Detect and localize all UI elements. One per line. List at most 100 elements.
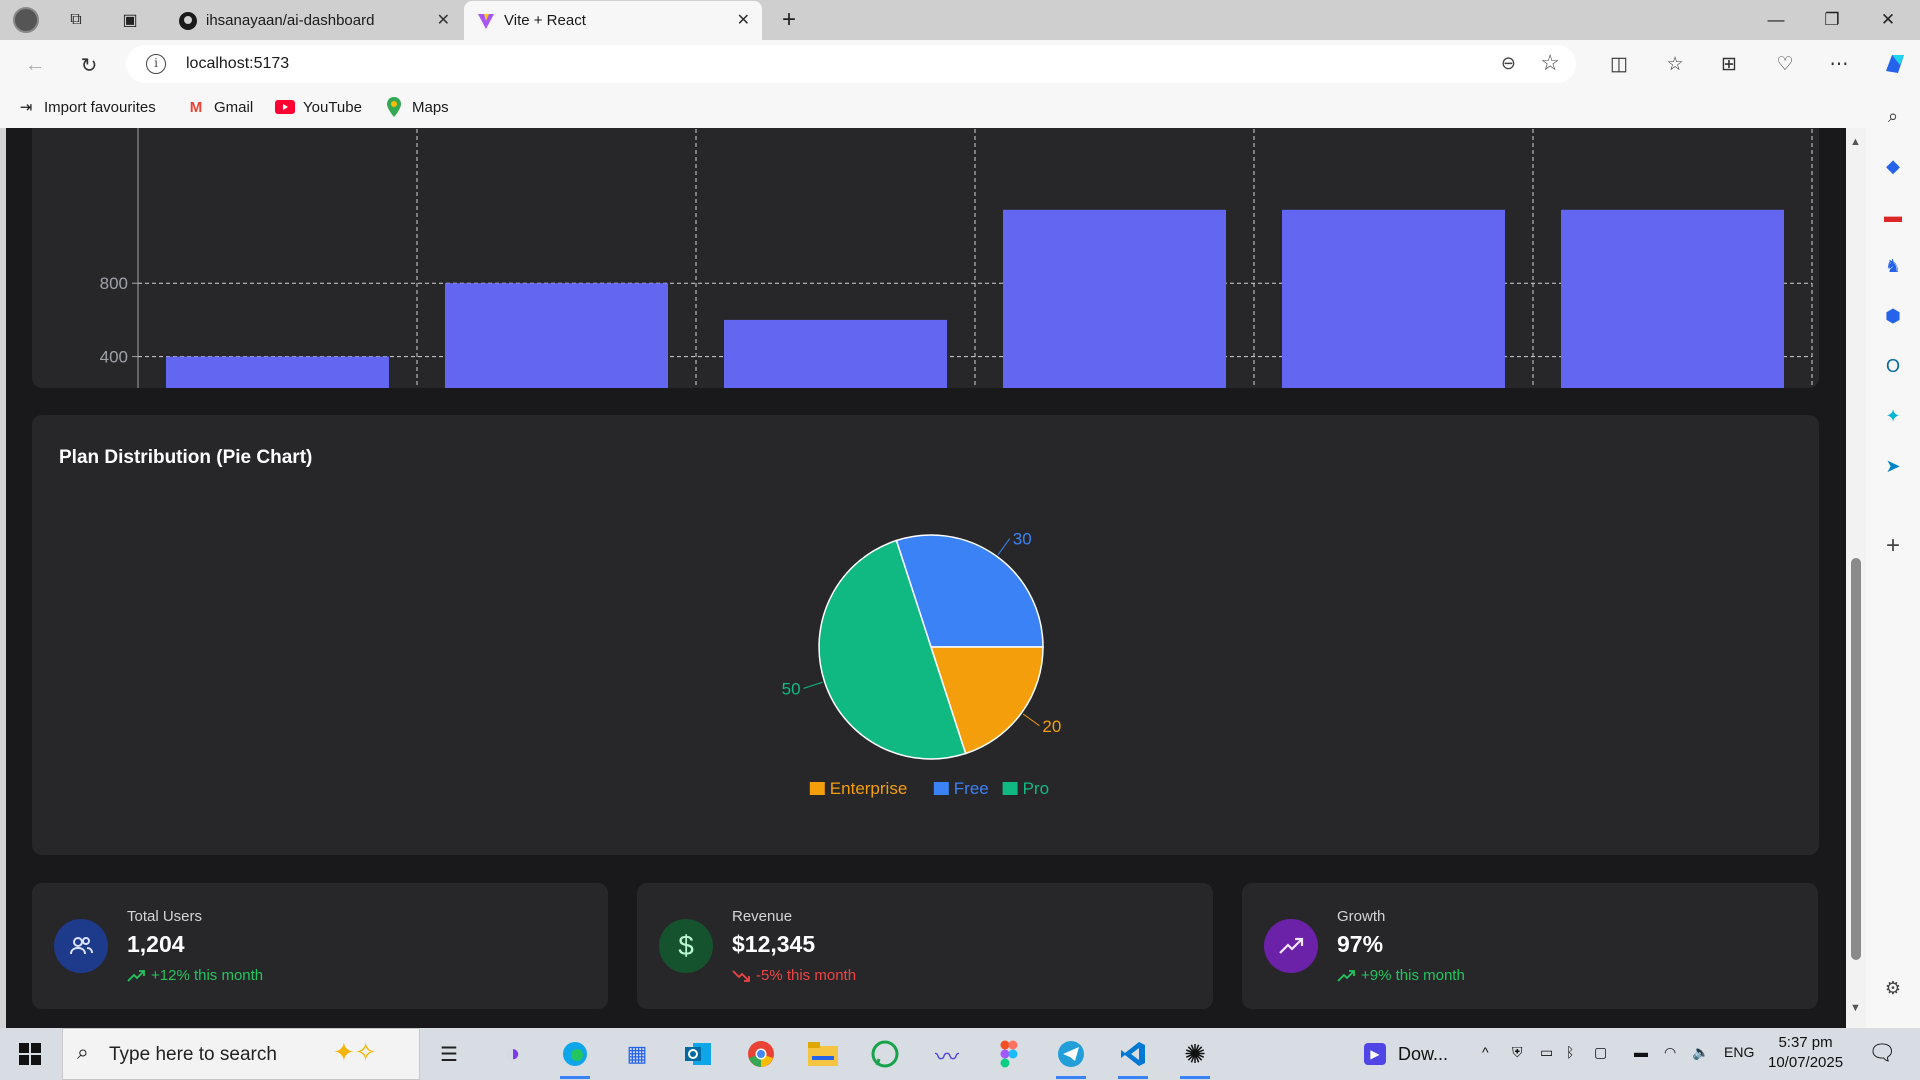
zoom-icon[interactable]: ⊖: [1501, 53, 1516, 74]
battery-icon[interactable]: ▬: [1634, 1044, 1648, 1060]
stat-change-text: +9% this month: [1361, 967, 1465, 984]
notifications-icon[interactable]: 🗨: [1868, 1040, 1896, 1066]
windows-taskbar: ⌕ Type here to search ✦✧ ☰ ◑ ▦ 〰 ✺ ▶ Dow…: [0, 1028, 1920, 1080]
trend-up-icon: [127, 969, 145, 982]
bar-chart: 0400800JanFebMarAprMayJun: [100, 128, 1813, 455]
more-options-icon[interactable]: ⋯: [1824, 49, 1854, 79]
page-scrollbar[interactable]: ▲ ▼: [1846, 128, 1866, 1028]
tab-vite-react[interactable]: Vite + React ✕: [464, 1, 762, 40]
tab-github[interactable]: ihsanayaan/ai-dashboard ✕: [166, 1, 462, 40]
scroll-thumb[interactable]: [1851, 558, 1861, 960]
pie-value-label: 50: [782, 679, 801, 698]
url-text[interactable]: localhost:5173: [186, 55, 289, 73]
language-indicator[interactable]: ENG: [1724, 1044, 1754, 1060]
search-icon[interactable]: ⌕: [1879, 102, 1907, 130]
download-task[interactable]: ▶ Dow...: [1364, 1036, 1494, 1072]
edge-taskbar-icon[interactable]: [556, 1036, 594, 1079]
display-icon[interactable]: ▭: [1540, 1044, 1553, 1061]
gmail-icon: M: [189, 98, 203, 116]
profile-avatar-icon[interactable]: [12, 6, 40, 34]
fav-gmail[interactable]: M Gmail: [186, 97, 253, 117]
vscode-icon[interactable]: [1114, 1036, 1152, 1079]
copilot-app-icon[interactable]: ◑: [494, 1036, 532, 1072]
new-tab-icon[interactable]: +: [775, 6, 803, 34]
legend-swatch: [933, 782, 949, 795]
microsoft365-icon[interactable]: ⬢: [1879, 302, 1907, 330]
deepseek-icon[interactable]: 〰: [928, 1036, 966, 1072]
split-screen-icon[interactable]: ◫: [1604, 49, 1634, 79]
legend-swatch: [1002, 782, 1018, 795]
import-icon: ⇥: [19, 99, 33, 116]
scroll-down-icon[interactable]: ▼: [1850, 1002, 1861, 1014]
video-icon: ▶: [1364, 1043, 1386, 1065]
outlook-taskbar-icon[interactable]: [680, 1036, 718, 1072]
taskbar-search-box[interactable]: ⌕ Type here to search ✦✧: [62, 1028, 420, 1080]
designer-icon[interactable]: ✦: [1879, 402, 1907, 430]
chatgpt-icon[interactable]: ✺: [1176, 1036, 1214, 1079]
wifi-icon[interactable]: ◠: [1664, 1044, 1676, 1061]
pie-chart: 30 20 50 Enterprise Free Pro: [782, 530, 1062, 798]
task-view-icon[interactable]: ☰: [430, 1036, 468, 1072]
clock-date: 10/07/2025: [1768, 1054, 1844, 1071]
bar-grid: [137, 128, 1813, 430]
legend-label-pro: Pro: [1023, 779, 1049, 798]
scroll-up-icon[interactable]: ▲: [1850, 136, 1861, 148]
dollar-icon: $: [659, 919, 713, 973]
chrome-icon[interactable]: [742, 1036, 780, 1072]
games-icon[interactable]: ♞: [1879, 252, 1907, 280]
taskbar-clock[interactable]: 5:37 pm 10/07/2025: [1768, 1033, 1843, 1073]
close-tab-icon[interactable]: ✕: [437, 10, 450, 30]
tab-title: ihsanayaan/ai-dashboard: [206, 12, 375, 29]
fav-label: Import favourites: [44, 98, 156, 116]
workspaces-icon[interactable]: ⧉: [62, 6, 90, 34]
bluetooth-icon[interactable]: ᛒ: [1566, 1044, 1574, 1060]
copilot-icon[interactable]: [1880, 49, 1910, 79]
whatsapp-icon[interactable]: [866, 1036, 904, 1072]
browser-tab-bar: ⧉ ▣ ihsanayaan/ai-dashboard ✕ Vite + Rea…: [0, 0, 1920, 40]
maximize-icon[interactable]: ❐: [1804, 0, 1860, 40]
bar-mar: [724, 319, 947, 430]
legend-label-enterprise: Enterprise: [830, 779, 907, 798]
tools-icon[interactable]: ▬: [1879, 202, 1907, 230]
bar-may: [1282, 209, 1505, 430]
shopping-tag-icon[interactable]: ◆: [1879, 152, 1907, 180]
figma-icon[interactable]: [990, 1036, 1028, 1072]
outlook-icon[interactable]: O: [1879, 352, 1907, 380]
close-window-icon[interactable]: ✕: [1860, 0, 1916, 40]
file-explorer-icon[interactable]: [804, 1036, 842, 1072]
stat-change: -5% this month: [732, 967, 856, 984]
add-sidebar-icon[interactable]: +: [1879, 532, 1907, 560]
download-label: Dow...: [1398, 1043, 1449, 1064]
stat-value: 97%: [1337, 931, 1384, 957]
store-icon[interactable]: ▦: [618, 1036, 656, 1072]
show-hidden-icons[interactable]: ^: [1482, 1044, 1489, 1060]
refresh-icon[interactable]: ↻: [74, 50, 104, 80]
bar-jun: [1561, 209, 1784, 430]
users-icon: [54, 919, 108, 973]
meet-icon[interactable]: ▢: [1594, 1044, 1607, 1061]
favourites-icon[interactable]: ☆: [1660, 49, 1690, 79]
pie-value-label: 30: [1013, 530, 1032, 549]
bar-feb: [445, 283, 668, 430]
close-tab-icon[interactable]: ✕: [737, 10, 750, 30]
fav-maps[interactable]: Maps: [384, 97, 449, 117]
favourite-star-icon[interactable]: ☆: [1540, 50, 1560, 76]
fav-youtube[interactable]: YouTube: [275, 97, 362, 117]
telegram-icon[interactable]: [1052, 1036, 1090, 1079]
tab-actions-icon[interactable]: ▣: [116, 6, 144, 34]
volume-icon[interactable]: 🔈: [1692, 1044, 1709, 1061]
sidebar-settings-icon[interactable]: ⚙: [1879, 974, 1907, 1002]
minimize-icon[interactable]: —: [1748, 0, 1804, 40]
url-bar[interactable]: i localhost:5173 ⊖ ☆: [126, 45, 1576, 83]
fav-import[interactable]: ⇥ Import favourites: [16, 97, 156, 117]
browser-essentials-icon[interactable]: ♡: [1770, 49, 1800, 79]
send-icon[interactable]: ➤: [1879, 452, 1907, 480]
security-icon[interactable]: ⛨: [1512, 1044, 1523, 1061]
back-icon[interactable]: ←: [20, 50, 50, 80]
stat-change-text: +12% this month: [151, 967, 264, 984]
stat-card-growth: Growth 97% +9% this month: [1242, 883, 1818, 1009]
stat-label: Revenue: [732, 908, 793, 925]
site-info-icon[interactable]: i: [146, 54, 166, 74]
collections-icon[interactable]: ⊞: [1714, 49, 1744, 79]
windows-start-icon[interactable]: [11, 1036, 49, 1072]
